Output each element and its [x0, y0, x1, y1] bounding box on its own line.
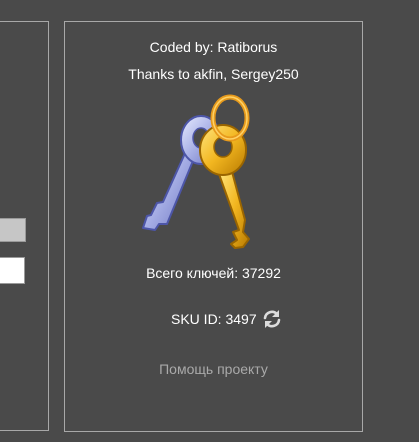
about-panel: Coded by: Ratiborus Thanks to akfin, Ser…	[64, 21, 363, 432]
help-project-link[interactable]: Помощь проекту	[65, 360, 362, 378]
left-field-disabled[interactable]	[0, 218, 26, 242]
refresh-icon[interactable]	[262, 309, 282, 329]
keys-icon	[142, 94, 250, 249]
sku-row: SKU ID: 3497	[65, 308, 362, 330]
thanks-label: Thanks to akfin, Sergey250	[128, 66, 299, 82]
left-field[interactable]	[0, 257, 25, 284]
total-keys-label: Всего ключей: 37292	[146, 265, 281, 281]
coded-by-label: Coded by: Ratiborus	[149, 39, 278, 55]
sku-id-label: SKU ID: 3497	[171, 311, 257, 327]
